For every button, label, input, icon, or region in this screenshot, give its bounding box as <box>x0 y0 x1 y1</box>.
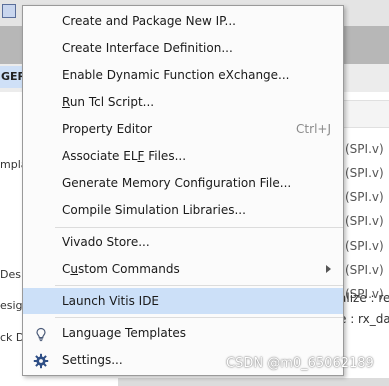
menu-item-create-package-ip[interactable]: Create and Package New IP... <box>23 8 343 34</box>
source-file-label: (SPI.v) <box>345 142 384 156</box>
left-panel-text: esig <box>0 299 23 312</box>
source-file-label: (SPI.v) <box>345 239 384 253</box>
menu-separator <box>55 317 343 318</box>
menu-separator <box>55 227 343 228</box>
menu-separator <box>55 285 343 286</box>
menu-item-custom-commands[interactable]: Custom Commands <box>23 256 343 282</box>
menu-item-enable-dfx[interactable]: Enable Dynamic Function eXchange... <box>23 62 343 88</box>
menu-item-launch-vitis-ide[interactable]: Launch Vitis IDE <box>23 288 343 314</box>
watermark-text: CSDN @m0_65062189 <box>226 356 374 371</box>
gear-icon <box>33 352 49 369</box>
code-line: e : rx_data <box>339 312 389 326</box>
source-file-label: (SPI.v) <box>345 190 384 204</box>
menu-item-associate-elf-files[interactable]: Associate ELF Files... <box>23 143 343 169</box>
source-file-label: (SPI.v) <box>345 263 384 277</box>
code-line: alize : reg <box>339 291 389 305</box>
menu-item-property-editor[interactable]: Property Editor Ctrl+J <box>23 116 343 142</box>
status-strip <box>118 378 389 386</box>
left-panel-text: Des <box>0 268 21 281</box>
source-file-label: (SPI.v) <box>345 214 384 228</box>
menu-item-vivado-store[interactable]: Vivado Store... <box>23 229 343 255</box>
window-icon <box>2 4 16 18</box>
menu-item-language-templates[interactable]: Language Templates <box>23 320 343 346</box>
left-panel-text: ck D <box>0 331 25 344</box>
shortcut-label: Ctrl+J <box>296 122 331 136</box>
tools-menu: Create and Package New IP... Create Inte… <box>22 5 344 376</box>
lightbulb-icon <box>33 325 49 342</box>
submenu-arrow-icon <box>326 265 331 273</box>
menu-item-create-interface-definition[interactable]: Create Interface Definition... <box>23 35 343 61</box>
menu-item-generate-memory-config[interactable]: Generate Memory Configuration File... <box>23 170 343 196</box>
menu-item-run-tcl-script[interactable]: Run Tcl Script... <box>23 89 343 115</box>
right-panel-band <box>340 100 389 128</box>
source-file-label: (SPI.v) <box>345 166 384 180</box>
menu-item-compile-sim-libraries[interactable]: Compile Simulation Libraries... <box>23 197 343 223</box>
